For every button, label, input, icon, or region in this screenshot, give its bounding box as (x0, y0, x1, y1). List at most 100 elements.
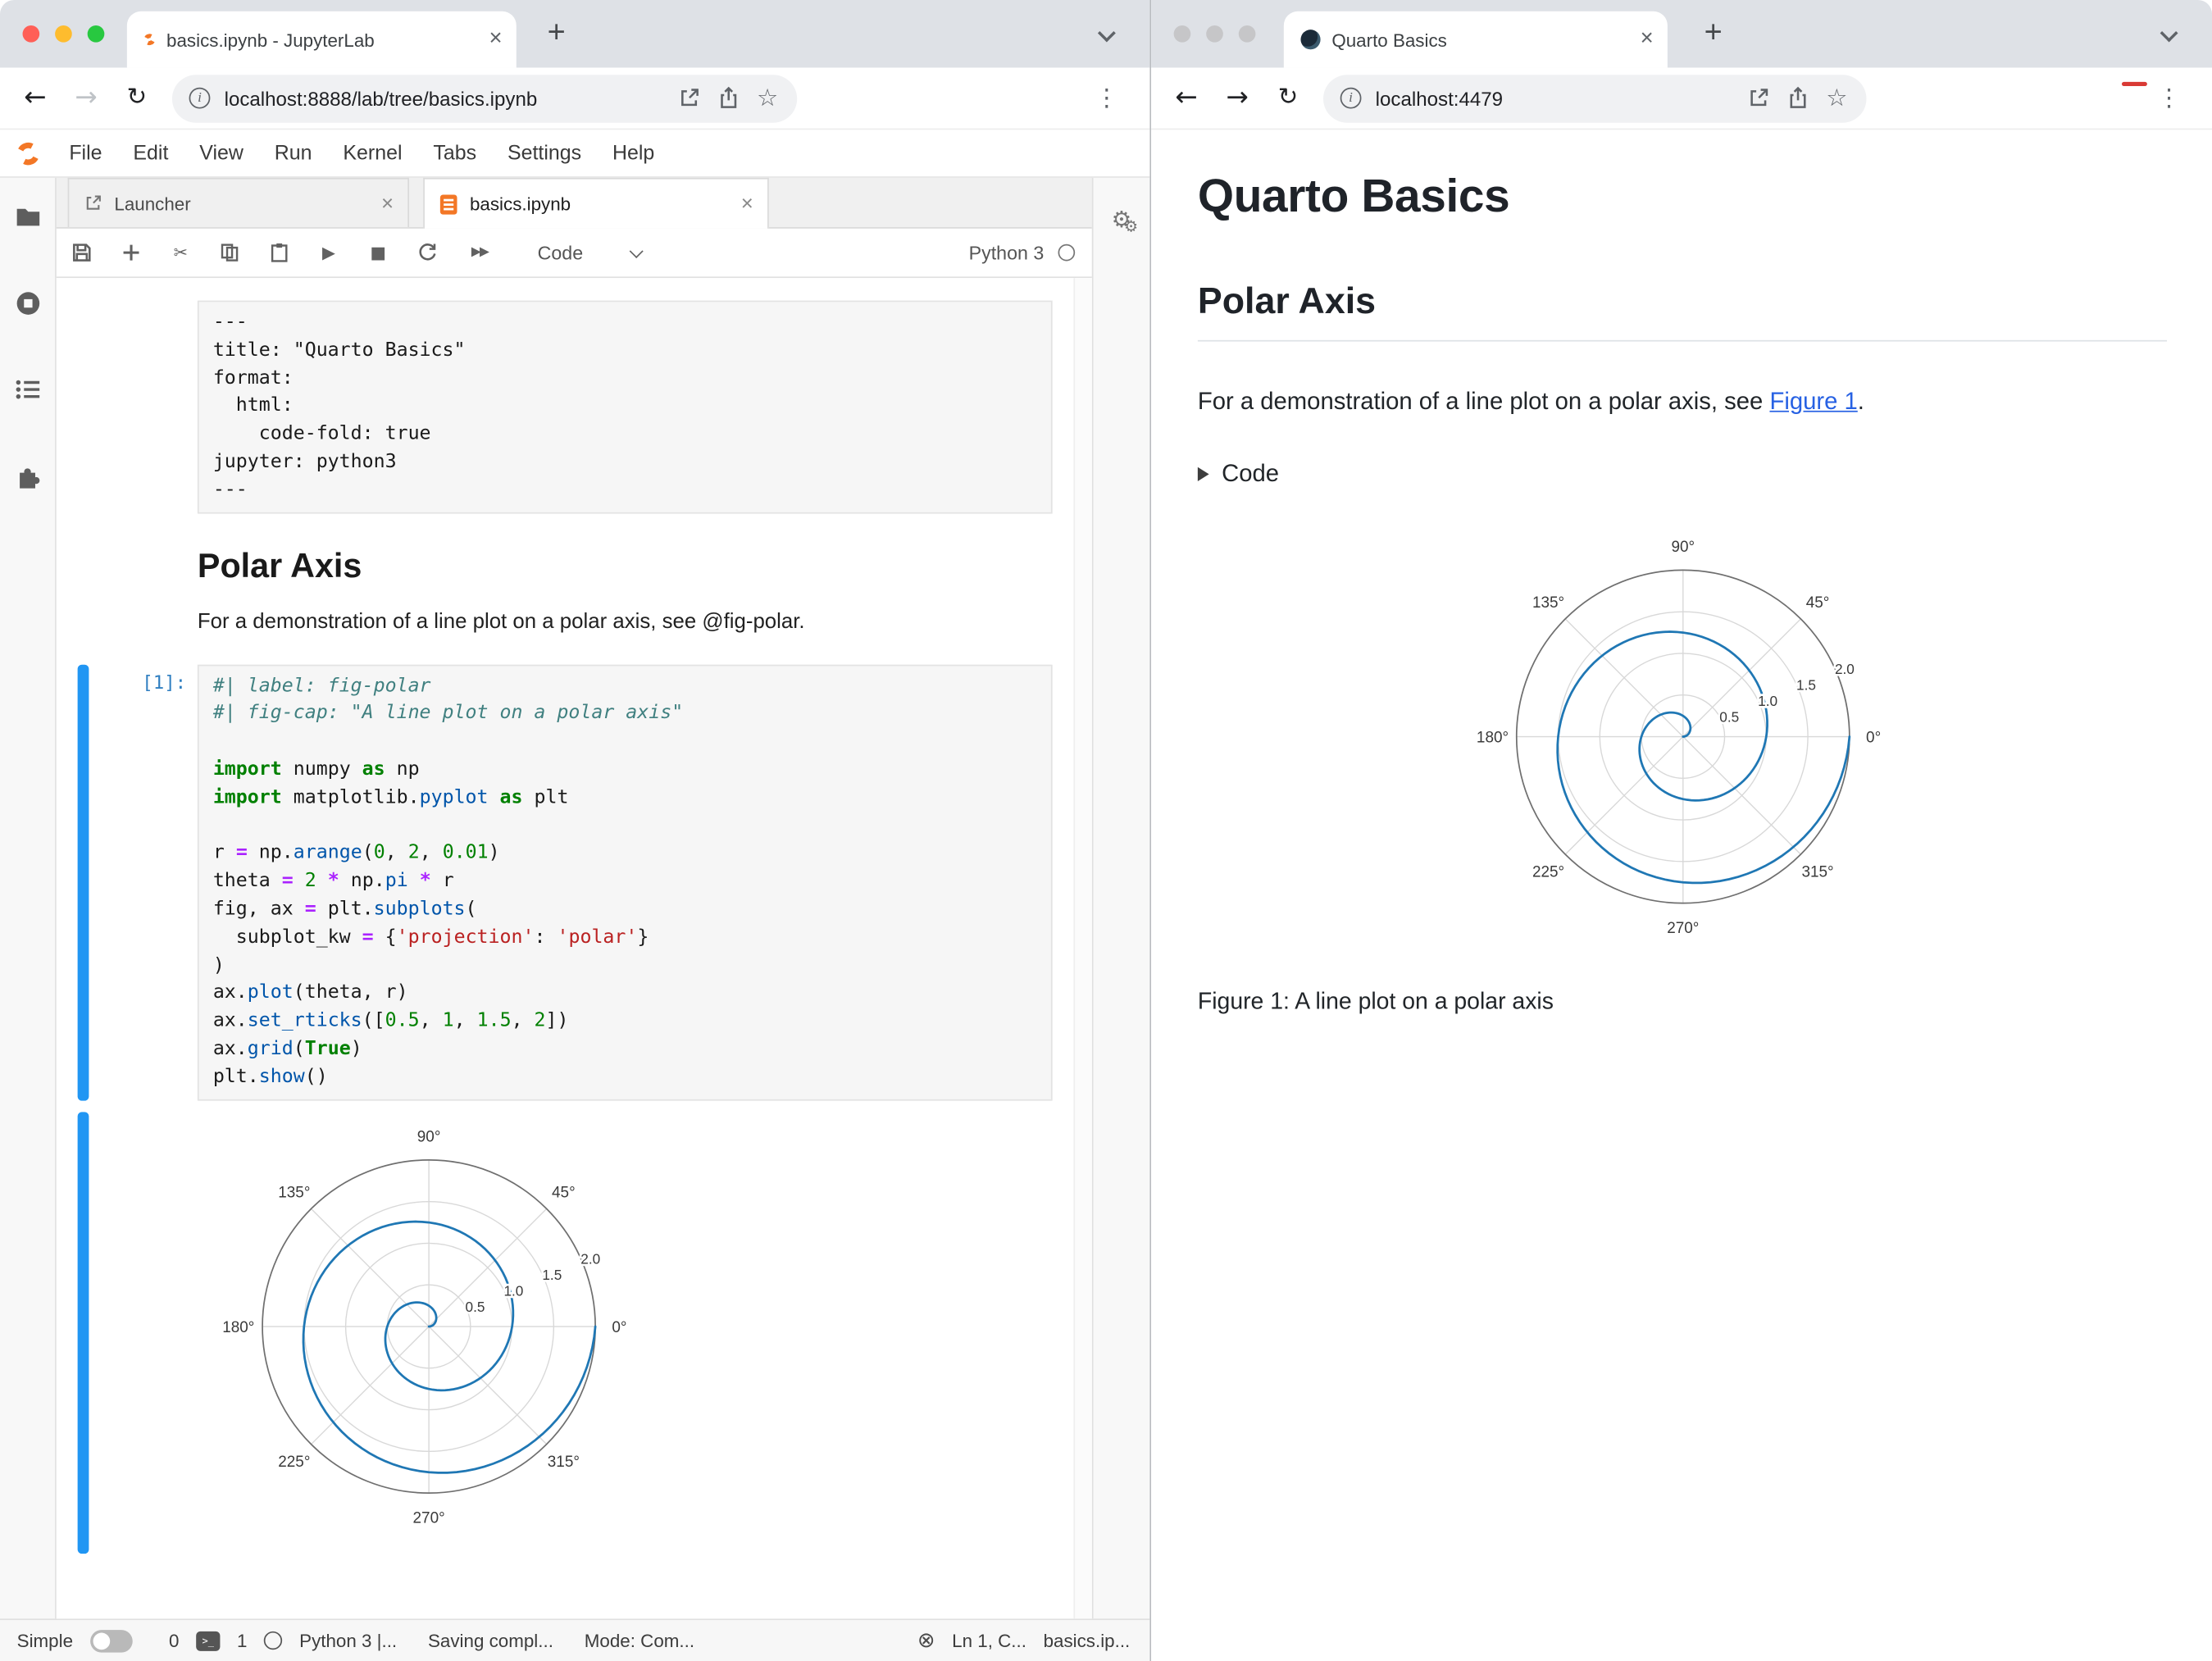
code-line: plt.show() (212, 1065, 328, 1088)
site-info-icon[interactable]: i (189, 87, 211, 109)
window-zoom-button[interactable] (1238, 25, 1256, 43)
new-tab-button[interactable]: + (1705, 16, 1723, 48)
raw-line: --- (212, 478, 248, 501)
cell-collapser[interactable] (78, 525, 89, 653)
restart-kernel-icon[interactable] (416, 241, 439, 264)
menu-edit[interactable]: Edit (117, 142, 184, 165)
code-fold-summary[interactable]: Code (1197, 459, 2167, 487)
window-close-button[interactable] (22, 25, 40, 43)
back-button[interactable]: ← (1171, 84, 1202, 111)
kernel-name[interactable]: Python 3 (969, 242, 1045, 263)
share-icon[interactable] (715, 86, 740, 110)
section-heading: Polar Axis (1197, 280, 2167, 342)
svg-text:225°: 225° (1532, 863, 1563, 881)
code-line: ax.grid(True) (212, 1037, 362, 1060)
browser-tab-title: Quarto Basics (1331, 29, 1447, 51)
notebook-scrollbar[interactable] (1073, 278, 1092, 1619)
cursor-position[interactable]: Ln 1, C... (952, 1630, 1026, 1651)
dock-panel: Launcher × basics.ipynb × ✂ ▶ ■ ▶▶ Code … (56, 177, 1092, 1619)
back-button[interactable]: ← (20, 84, 51, 111)
cell-collapser[interactable] (77, 664, 89, 1100)
cell-collapser[interactable] (78, 301, 89, 513)
restart-run-all-icon[interactable]: ▶▶ (466, 241, 494, 264)
url-text[interactable]: localhost:4479 (1376, 87, 1732, 110)
svg-text:1.5: 1.5 (542, 1266, 562, 1282)
tab-search-chevron-icon[interactable] (1097, 24, 1116, 43)
property-inspector-gear-icon[interactable]: ⚙ ⚙ (1112, 206, 1138, 1618)
address-bar[interactable]: i localhost:8888/lab/tree/basics.ipynb ☆ (171, 74, 798, 122)
bookmark-star-icon[interactable]: ☆ (1824, 84, 1850, 111)
polar-plot-output: 0° 45° 90° 135° 180° 225° 270° 315° 0.5 1.0 1.5 2.0 (217, 1114, 640, 1545)
menu-kernel[interactable]: Kernel (327, 142, 417, 165)
svg-text:1.0: 1.0 (1757, 692, 1777, 708)
open-in-window-icon[interactable] (1745, 86, 1771, 110)
address-bar[interactable]: i localhost:4479 ☆ (1323, 74, 1867, 122)
window-minimize-button[interactable] (1206, 25, 1223, 43)
cell-type-dropdown[interactable]: Code (538, 242, 644, 263)
svg-text:135°: 135° (1532, 594, 1563, 611)
forward-button[interactable]: → (71, 84, 102, 111)
add-cell-icon[interactable] (120, 241, 143, 264)
window-minimize-button[interactable] (55, 25, 72, 43)
menu-settings[interactable]: Settings (492, 142, 597, 165)
menu-file[interactable]: File (53, 142, 117, 165)
browser-menu-icon[interactable]: ⋮ (2157, 84, 2192, 111)
reload-button[interactable]: ↻ (121, 85, 152, 110)
intro-paragraph: For a demonstration of a line plot on a … (1198, 384, 2167, 420)
notebook-icon (439, 193, 458, 216)
output-cell: 0° 45° 90° 135° 180° 225° 270° 315° 0.5 1.0 1.5 2.0 (57, 1111, 1092, 1554)
save-icon[interactable] (71, 241, 93, 264)
site-info-icon[interactable]: i (1340, 87, 1362, 109)
extensions-icon[interactable] (13, 462, 41, 489)
menu-run[interactable]: Run (259, 142, 328, 165)
paste-icon[interactable] (268, 241, 291, 264)
raw-cell-source[interactable]: --- title: "Quarto Basics" format: html: c… (197, 300, 1053, 513)
reload-button[interactable]: ↻ (1272, 85, 1304, 110)
copy-icon[interactable] (219, 241, 242, 264)
forward-button[interactable]: → (1222, 84, 1253, 111)
new-tab-button[interactable]: + (548, 16, 566, 48)
url-text[interactable]: localhost:8888/lab/tree/basics.ipynb (225, 87, 662, 110)
open-in-window-icon[interactable] (676, 86, 701, 110)
output-collapser[interactable] (77, 1111, 89, 1554)
kernel-icon (264, 1631, 283, 1650)
tab-close-icon[interactable]: × (486, 28, 505, 51)
stop-icon[interactable]: ■ (366, 241, 389, 264)
figure-link[interactable]: Figure 1 (1769, 388, 1857, 415)
menu-help[interactable]: Help (597, 142, 670, 165)
browser-menu-icon[interactable]: ⋮ (1095, 84, 1130, 111)
tab-launcher[interactable]: Launcher × (67, 177, 410, 228)
window-zoom-button[interactable] (87, 25, 105, 43)
notebook-content: --- title: "Quarto Basics" format: html: c… (56, 278, 1092, 1619)
menu-view[interactable]: View (184, 142, 258, 165)
table-of-contents-icon[interactable] (13, 375, 41, 403)
browser-tab[interactable]: Quarto Basics × (1283, 11, 1668, 68)
kernels-count[interactable]: 1 (237, 1630, 247, 1651)
simple-mode-toggle[interactable] (89, 1629, 133, 1652)
quarto-preview-window: Quarto Basics × + ← → ↻ i localhost:4479… (1151, 0, 2212, 1661)
kernel-status-text[interactable]: Python 3 |... (299, 1630, 397, 1651)
bookmark-star-icon[interactable]: ☆ (755, 84, 781, 111)
menu-tabs[interactable]: Tabs (417, 142, 492, 165)
share-icon[interactable] (1785, 86, 1810, 110)
browser-tab[interactable]: basics.ipynb - JupyterLab × (126, 11, 517, 68)
kernel-status-icon[interactable] (1058, 243, 1076, 262)
tab-notebook[interactable]: basics.ipynb × (423, 177, 769, 229)
cut-icon[interactable]: ✂ (169, 241, 192, 264)
file-browser-icon[interactable] (13, 203, 41, 231)
tab-close-icon[interactable]: × (381, 193, 394, 214)
toggle-knob (93, 1631, 110, 1650)
jupyterlab-app: File Edit View Run Kernel Tabs Settings Help (0, 130, 1150, 1661)
svg-text:2.0: 2.0 (580, 1250, 600, 1267)
code-cell-source[interactable]: #| label: fig-polar #| fig-cap: "A line p… (197, 664, 1053, 1100)
figure-caption: Figure 1: A line plot on a polar axis (1197, 988, 1554, 1014)
tab-close-icon[interactable]: × (741, 193, 753, 215)
window-close-button[interactable] (1173, 25, 1191, 43)
running-sessions-icon[interactable] (13, 289, 41, 317)
terminals-count[interactable]: 0 (169, 1630, 179, 1651)
run-icon[interactable]: ▶ (317, 241, 340, 264)
tab-close-icon[interactable]: × (1637, 28, 1656, 51)
markdown-cell: Polar Axis For a demonstration of a line… (57, 525, 1092, 653)
figure-container: 0° 45° 90° 135° 180° 225° 270° 315° 0.5 1.0 1.5 2.0 (1198, 524, 2167, 954)
tab-search-chevron-icon[interactable] (2160, 24, 2178, 43)
